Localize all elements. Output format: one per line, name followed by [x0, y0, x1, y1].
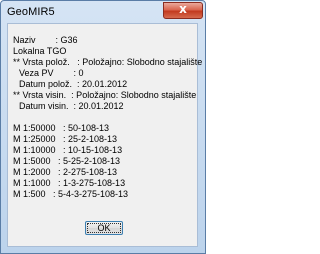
scale-line: M 1:25000 : 25-2-108-13 [13, 134, 118, 144]
scale-line: M 1:50000 : 50-108-13 [13, 123, 110, 133]
vrsta-poloz-text: ** Vrsta polož. : Položajno: Slobodno st… [13, 57, 203, 67]
close-button[interactable]: x [163, 2, 203, 19]
dialog-window: GeoMIR5 x Naziv : G36 Lokalna TGO ** Vrs… [0, 0, 206, 254]
dialog-content: Naziv : G36 Lokalna TGO ** Vrsta polož. … [7, 23, 202, 247]
scale-line: M 1:500 : 5-4-3-275-108-13 [13, 189, 129, 199]
ok-button[interactable]: OK [85, 221, 123, 235]
datum-poloz-text: Datum polož. : 20.01.2012 [19, 79, 128, 89]
focus-rect [87, 223, 121, 233]
close-icon: x [179, 2, 187, 16]
scale-line: M 1:10000 : 10-15-108-13 [13, 145, 123, 155]
vrsta-visin-text: ** Vrsta visin. : Položajno: Slobodno st… [13, 90, 197, 100]
lokalna-tgo-text: Lokalna TGO [13, 46, 67, 56]
scale-line: M 1:2000 : 2-275-108-13 [13, 167, 118, 177]
window-title: GeoMIR5 [7, 6, 55, 18]
scale-line: M 1:1000 : 1-3-275-108-13 [13, 178, 126, 188]
naziv-text: Naziv : G36 [13, 35, 78, 45]
datum-visin-text: Datum visin. : 20.01.2012 [19, 101, 124, 111]
title-bar[interactable]: GeoMIR5 x [1, 1, 205, 23]
veza-pv-text: Veza PV : 0 [19, 68, 84, 78]
scale-line: M 1:5000 : 5-25-2-108-13 [13, 156, 121, 166]
